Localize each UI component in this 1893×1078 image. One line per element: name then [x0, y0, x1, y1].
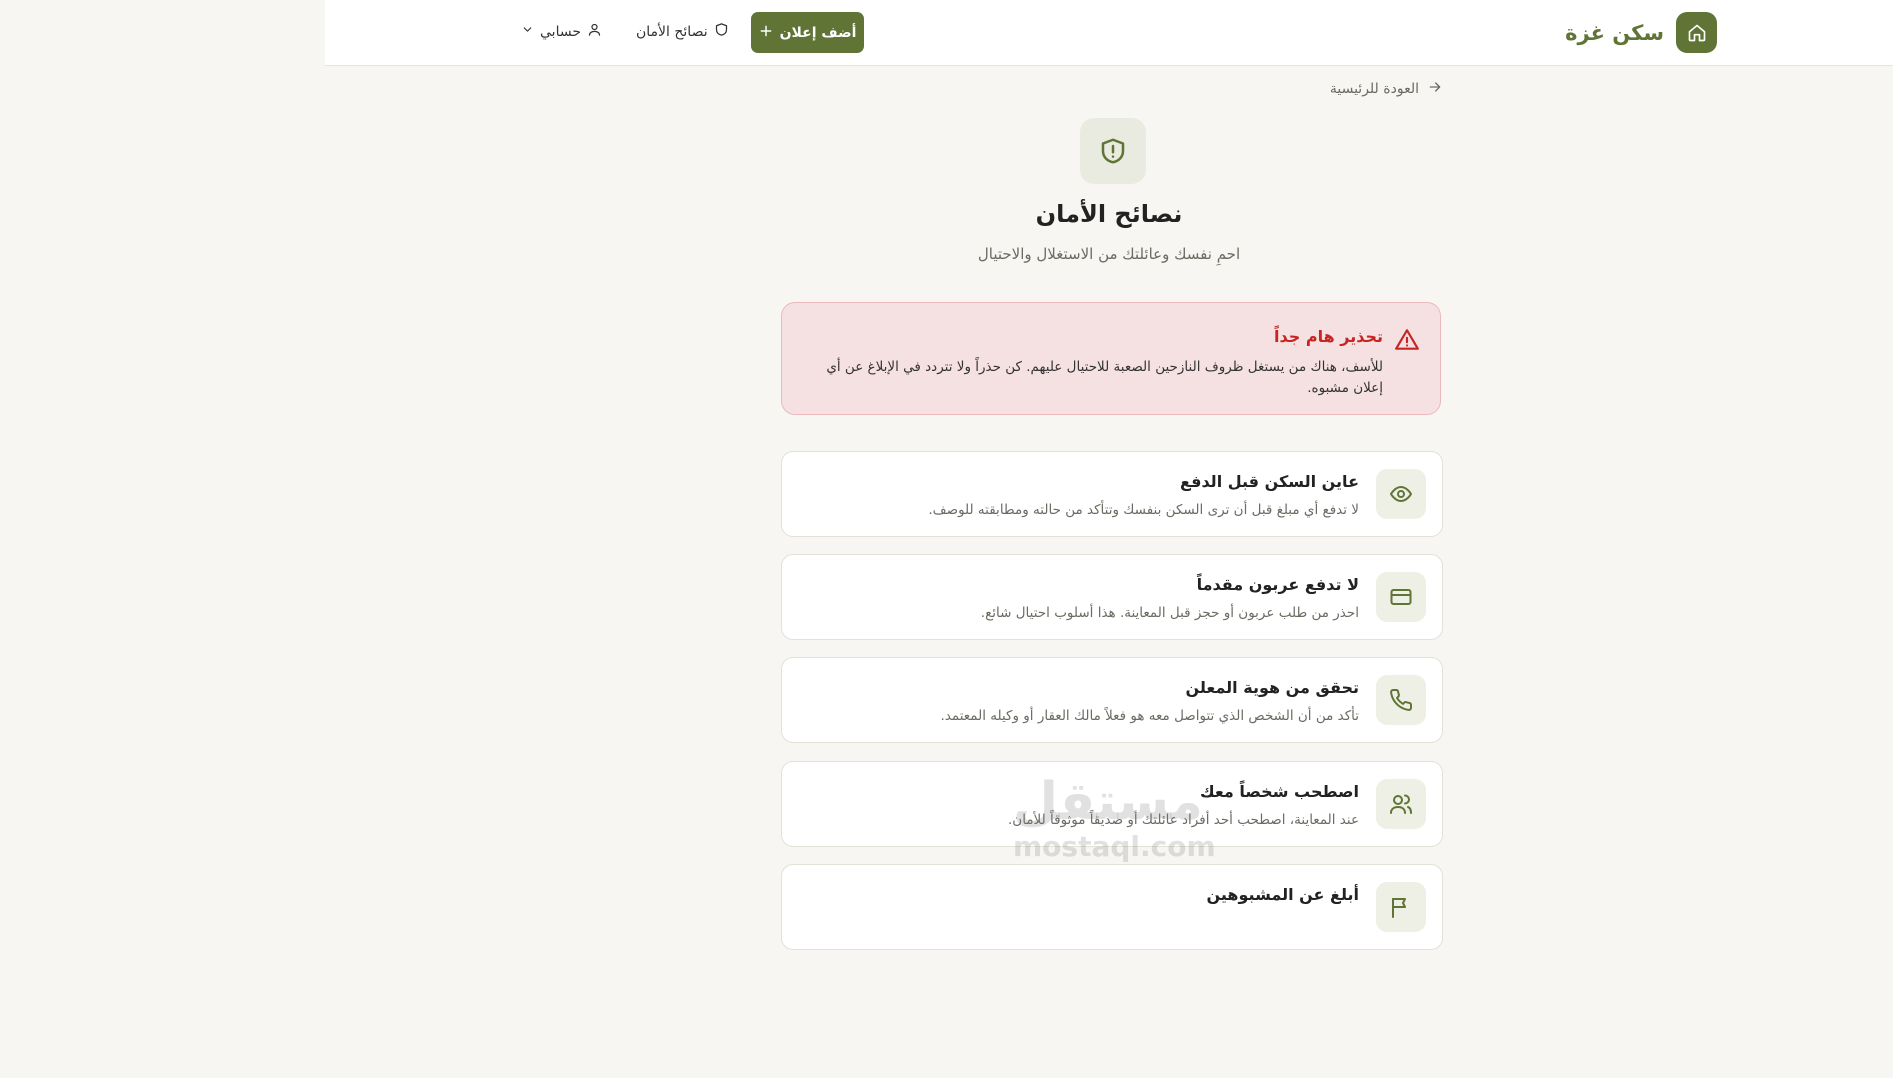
account-menu[interactable]: حسابي: [521, 22, 602, 41]
tip-card: لا تدفع عربون مقدماً احذر من طلب عربون أ…: [781, 554, 1443, 640]
phone-icon: [1376, 675, 1426, 725]
safety-tips-label: نصائح الأمان: [636, 23, 708, 40]
back-to-home-link[interactable]: العودة للرئيسية: [1330, 79, 1443, 99]
tip-title: اصطحب شخصاً معك: [1199, 782, 1359, 801]
add-listing-button[interactable]: أضف إعلان: [751, 12, 864, 53]
user-icon: [587, 22, 602, 41]
warning-title: تحذير هام جداً: [1274, 327, 1383, 346]
account-label: حسابي: [540, 23, 581, 40]
tip-card: عاين السكن قبل الدفع لا تدفع أي مبلغ قبل…: [781, 451, 1443, 537]
nav-safety-tips[interactable]: نصائح الأمان: [636, 22, 729, 41]
tip-description: عند المعاينة، اصطحب أحد أفراد عائلتك أو …: [1008, 812, 1359, 828]
brand-name: سكن غزة: [1565, 20, 1664, 45]
chevron-down-icon: [521, 23, 534, 40]
page-subtitle: احمِ نفسك وعائلتك من الاستغلال والاحتيال: [977, 245, 1241, 263]
tip-card: اصطحب شخصاً معك عند المعاينة، اصطحب أحد …: [781, 761, 1443, 847]
warning-alert: تحذير هام جداً للأسف، هناك من يستغل ظروف…: [781, 302, 1441, 415]
tip-title: لا تدفع عربون مقدماً: [1196, 575, 1359, 594]
plus-icon: [759, 24, 773, 42]
alert-triangle-icon: [1394, 327, 1420, 357]
tip-title: أبلغ عن المشبوهين: [1206, 885, 1359, 904]
warning-text: للأسف، هناك من يستغل ظروف النازحين الصعب…: [826, 359, 1383, 396]
arrow-right-icon: [1427, 79, 1443, 99]
tip-description: لا تدفع أي مبلغ قبل أن ترى السكن بنفسك و…: [928, 502, 1359, 518]
credit-card-icon: [1376, 572, 1426, 622]
home-icon: [1676, 12, 1717, 53]
tip-title: تحقق من هوية المعلن: [1185, 678, 1359, 697]
shield-alert-icon: [1080, 118, 1146, 184]
users-icon: [1376, 779, 1426, 829]
tip-card: أبلغ عن المشبوهين: [781, 864, 1443, 950]
eye-icon: [1376, 469, 1426, 519]
tip-description: تأكد من أن الشخص الذي تتواصل معه هو فعلا…: [940, 708, 1359, 724]
tip-description: احذر من طلب عربون أو حجز قبل المعاينة. ه…: [980, 605, 1359, 621]
brand[interactable]: سكن غزة: [1565, 12, 1717, 53]
flag-icon: [1376, 882, 1426, 932]
back-label: العودة للرئيسية: [1329, 81, 1419, 97]
add-listing-label: أضف إعلان: [779, 24, 857, 41]
tip-title: عاين السكن قبل الدفع: [1180, 472, 1359, 491]
page-title: نصائح الأمان: [1035, 200, 1183, 228]
shield-icon: [714, 22, 729, 41]
top-navbar: سكن غزة أضف إعلان نصائح الأمان حسابي: [325, 0, 1893, 66]
tip-card: تحقق من هوية المعلن تأكد من أن الشخص الذ…: [781, 657, 1443, 743]
